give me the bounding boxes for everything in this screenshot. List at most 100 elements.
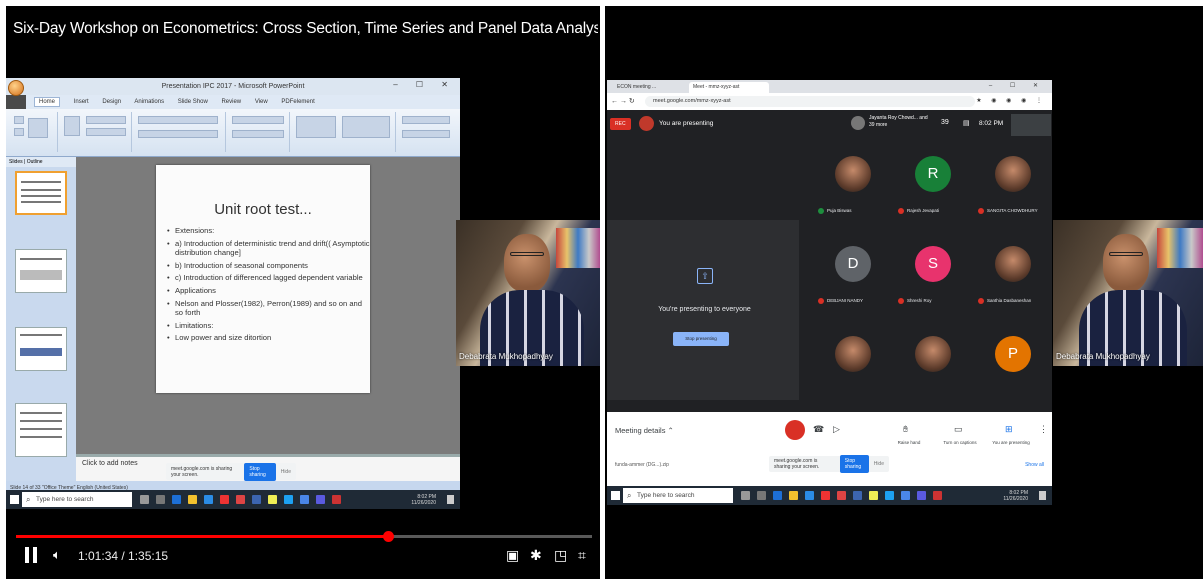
app-icon[interactable]: [933, 491, 942, 500]
task-view-icon[interactable]: [140, 495, 149, 504]
participant-tile[interactable]: Santhia Dasbaneshan: [978, 246, 1048, 316]
hide-button[interactable]: Hide: [874, 461, 884, 467]
slide-thumbnail[interactable]: [15, 249, 67, 293]
video-player-right[interactable]: ECON meeting ... Meet - mmz-xyyz-ast – ☐…: [605, 6, 1203, 579]
taskbar-search-input[interactable]: Type here to search: [623, 488, 733, 503]
app-icon[interactable]: [885, 491, 894, 500]
participant-tile[interactable]: [898, 336, 968, 412]
edge-icon[interactable]: [204, 495, 213, 504]
app-icon[interactable]: [268, 495, 277, 504]
taskbar-search-input[interactable]: Type here to search: [22, 492, 132, 507]
participant-name: Puja Biswas: [818, 208, 898, 214]
raise-hand-icon[interactable]: ✋︎: [903, 424, 908, 435]
stop-presenting-button[interactable]: Stop presenting: [673, 332, 729, 346]
meeting-details-button[interactable]: Meeting details ⌃: [615, 426, 674, 435]
file-explorer-icon[interactable]: [188, 495, 197, 504]
show-all-link[interactable]: Show all: [1025, 462, 1044, 468]
participant-tile[interactable]: R Rajesh Jevapati: [898, 156, 968, 226]
windows-start-icon[interactable]: [611, 491, 620, 500]
notification-icon[interactable]: [1039, 491, 1046, 500]
panel-tab-slides[interactable]: Slides: [9, 159, 23, 165]
ppt-tab-animations[interactable]: Animations: [134, 99, 164, 105]
app-icon[interactable]: [917, 491, 926, 500]
panel-tab-outline[interactable]: Outline: [27, 159, 43, 165]
app-icon[interactable]: [172, 495, 181, 504]
url-input[interactable]: meet.google.com/mmz-xyyz-ast: [645, 96, 975, 107]
app-icon[interactable]: [332, 495, 341, 504]
ribbon-group-editing[interactable]: [398, 112, 456, 152]
download-item[interactable]: funda-ammer (DG...).zip: [615, 462, 669, 468]
app-icon[interactable]: [220, 495, 229, 504]
window-controls[interactable]: – ☐ ✕: [989, 82, 1046, 89]
word-icon[interactable]: [853, 491, 862, 500]
participant-count[interactable]: 39: [941, 119, 949, 126]
nav-back-forward-icon[interactable]: ← → ↻: [611, 93, 635, 110]
ribbon-group-slides[interactable]: [60, 112, 132, 152]
hide-button[interactable]: Hide: [281, 469, 291, 475]
participant-tile[interactable]: D DEBJANI NANDY: [818, 246, 888, 316]
ppt-tab-slide-show[interactable]: Slide Show: [178, 99, 208, 105]
ppt-tab-design[interactable]: Design: [102, 99, 121, 105]
participant-tile[interactable]: Puja Biswas: [818, 156, 888, 226]
camera-icon[interactable]: ▷: [833, 424, 840, 435]
clock-date: 11/26/2020: [411, 500, 436, 506]
chat-icon[interactable]: ▤: [963, 119, 970, 127]
app-icon[interactable]: [316, 495, 325, 504]
stop-sharing-button[interactable]: Stop sharing: [839, 455, 869, 473]
app-icon[interactable]: [300, 495, 309, 504]
volume-icon[interactable]: 🔈︎: [53, 547, 61, 563]
video-player-left[interactable]: Six-Day Workshop on Econometrics: Cross …: [6, 6, 600, 579]
task-view-icon[interactable]: [741, 491, 750, 500]
more-options-icon[interactable]: ⋮: [1039, 424, 1048, 435]
app-icon[interactable]: [821, 491, 830, 500]
cortana-icon[interactable]: [156, 495, 165, 504]
app-icon[interactable]: [901, 491, 910, 500]
app-icon[interactable]: [284, 495, 293, 504]
windows-start-icon[interactable]: [10, 495, 19, 504]
settings-gear-icon[interactable]: ✱: [530, 547, 542, 564]
self-view-thumbnail[interactable]: [1011, 114, 1051, 136]
participant-tile[interactable]: [818, 336, 888, 412]
slide-thumbnail[interactable]: [15, 171, 67, 215]
captions-icon[interactable]: ▭: [954, 424, 963, 435]
participant-tile[interactable]: P: [978, 336, 1048, 412]
file-explorer-icon[interactable]: [789, 491, 798, 500]
browser-tab-active[interactable]: Meet - mmz-xyyz-ast: [689, 82, 769, 93]
extension-icons[interactable]: ★ ◉ ◉ ◉ ⋮: [976, 93, 1046, 110]
ppt-tab-pdfelement[interactable]: PDFelement: [281, 99, 314, 105]
end-call-icon[interactable]: ☎: [813, 424, 824, 435]
word-icon[interactable]: [252, 495, 261, 504]
pause-button[interactable]: [25, 547, 37, 563]
subtitles-icon[interactable]: ▣: [506, 547, 519, 564]
participant-tile[interactable]: S Shreshi Roy: [898, 246, 968, 316]
progress-scrubber[interactable]: [383, 531, 395, 542]
ribbon-group-drawing[interactable]: [292, 112, 396, 152]
ppt-tab-review[interactable]: Review: [221, 99, 241, 105]
office-button-icon[interactable]: [8, 80, 24, 96]
ppt-tab-home[interactable]: Home: [34, 97, 61, 107]
participant-tile[interactable]: SANGITA CHOWDHURY: [978, 156, 1048, 226]
exit-fullscreen-icon[interactable]: ⌗: [578, 547, 586, 564]
notification-icon[interactable]: [447, 495, 454, 504]
powerpoint-icon[interactable]: [837, 491, 846, 500]
ribbon-group-font[interactable]: [134, 112, 226, 152]
miniplayer-icon[interactable]: ◳: [554, 547, 567, 564]
cortana-icon[interactable]: [757, 491, 766, 500]
powerpoint-icon[interactable]: [236, 495, 245, 504]
ribbon-group-paragraph[interactable]: [228, 112, 290, 152]
current-slide[interactable]: Unit root test... Extensions: a) Introdu…: [156, 165, 370, 393]
edge-icon[interactable]: [805, 491, 814, 500]
browser-tab[interactable]: ECON meeting ...: [613, 82, 687, 93]
app-icon[interactable]: [869, 491, 878, 500]
mic-toggle-button[interactable]: [785, 420, 805, 440]
window-controls[interactable]: – ☐ ✕: [393, 80, 456, 89]
ribbon-group-clipboard[interactable]: [10, 112, 58, 152]
slide-thumbnail[interactable]: [15, 403, 67, 457]
slide-thumbnail[interactable]: [15, 327, 67, 371]
ppt-tab-insert[interactable]: Insert: [74, 99, 89, 105]
ppt-tab-view[interactable]: View: [255, 99, 268, 105]
stop-sharing-button[interactable]: Stop sharing: [244, 462, 276, 481]
progress-bar[interactable]: [16, 531, 592, 542]
present-now-icon[interactable]: ⊞: [1005, 424, 1013, 435]
app-icon[interactable]: [773, 491, 782, 500]
